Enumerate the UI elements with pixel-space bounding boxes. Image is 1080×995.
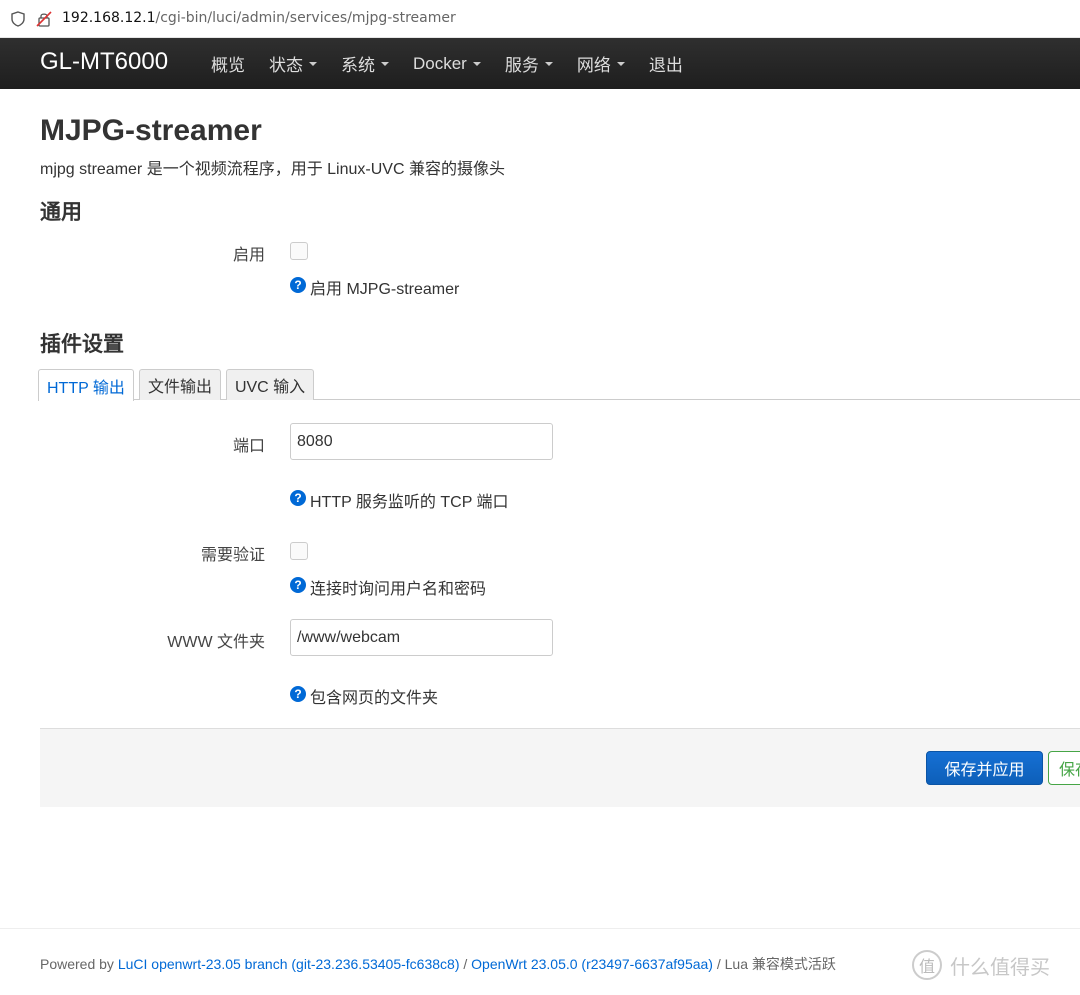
footer-separator: / bbox=[459, 956, 472, 972]
help-text: HTTP 服务监听的 TCP 端口 bbox=[310, 494, 509, 511]
help-text: 连接时询问用户名和密码 bbox=[310, 581, 487, 598]
help-icon: ? bbox=[290, 277, 306, 293]
port-label: 端口 bbox=[232, 438, 265, 455]
browser-address-bar: 192.168.12.1/cgi-bin/luci/admin/services… bbox=[0, 0, 1080, 38]
help-icon: ? bbox=[290, 577, 306, 593]
nav-item-docker[interactable]: Docker bbox=[413, 54, 481, 74]
nav-menu: 概览 状态 系统 Docker 服务 网络 退出 bbox=[211, 38, 707, 89]
url-field[interactable]: 192.168.12.1/cgi-bin/luci/admin/services… bbox=[62, 10, 456, 26]
watermark-logo-icon: 值 bbox=[912, 950, 942, 980]
port-help: ? HTTP 服务监听的 TCP 端口 bbox=[290, 488, 509, 512]
footer-divider bbox=[0, 928, 1080, 929]
openwrt-link[interactable]: OpenWrt 23.05.0 (r23497-6637af95aa) bbox=[471, 956, 713, 972]
insecure-lock-icon[interactable] bbox=[36, 11, 52, 27]
help-icon: ? bbox=[290, 686, 306, 702]
section-title-plugins: 插件设置 bbox=[40, 333, 124, 356]
shield-icon[interactable] bbox=[10, 11, 26, 27]
nav-label: 状态 bbox=[269, 56, 303, 75]
www-folder-label: WWW 文件夹 bbox=[167, 634, 265, 651]
form-actions: 保存并应用 保存 bbox=[40, 728, 1080, 807]
nav-item-overview[interactable]: 概览 bbox=[211, 51, 245, 76]
nav-label: 服务 bbox=[504, 56, 539, 75]
nav-label: 概览 bbox=[211, 56, 245, 75]
watermark: 值 什么值得买 bbox=[912, 950, 1050, 980]
nav-label: 网络 bbox=[576, 56, 611, 75]
help-text: 启用 MJPG-streamer bbox=[310, 281, 460, 298]
save-button[interactable]: 保存 bbox=[1048, 751, 1080, 785]
nav-item-logout[interactable]: 退出 bbox=[649, 51, 683, 76]
nav-item-network[interactable]: 网络 bbox=[577, 51, 625, 76]
caret-down-icon bbox=[381, 61, 389, 66]
enable-label: 启用 bbox=[232, 247, 265, 264]
nav-label: 退出 bbox=[648, 56, 683, 75]
tab-file-output[interactable]: 文件输出 bbox=[138, 369, 221, 400]
tab-uvc-input[interactable]: UVC 输入 bbox=[225, 369, 315, 400]
enable-checkbox[interactable] bbox=[290, 242, 308, 260]
save-apply-button[interactable]: 保存并应用 bbox=[926, 751, 1043, 785]
nav-item-services[interactable]: 服务 bbox=[505, 51, 553, 76]
caret-down-icon bbox=[544, 61, 553, 66]
watermark-text: 什么值得买 bbox=[950, 956, 1050, 979]
section-title-general: 通用 bbox=[40, 201, 82, 224]
www-folder-help: ? 包含网页的文件夹 bbox=[290, 684, 438, 708]
caret-down-icon bbox=[616, 61, 625, 66]
help-icon: ? bbox=[290, 490, 306, 506]
nav-label: Docker bbox=[413, 53, 467, 73]
footer-lua-status: / Lua 兼容模式活跃 bbox=[712, 956, 836, 972]
caret-down-icon bbox=[472, 61, 481, 66]
port-input[interactable] bbox=[290, 423, 553, 460]
help-text: 包含网页的文件夹 bbox=[310, 690, 439, 707]
caret-down-icon bbox=[309, 61, 317, 66]
top-navbar: GL-MT6000 概览 状态 系统 Docker 服务 网络 退出 bbox=[0, 38, 1080, 89]
luci-link[interactable]: LuCI openwrt-23.05 branch (git-23.236.53… bbox=[118, 956, 460, 972]
url-host: 192.168.12.1 bbox=[62, 10, 156, 26]
auth-checkbox[interactable] bbox=[290, 542, 308, 560]
footer-powered-by: Powered by bbox=[40, 956, 118, 972]
page-description: mjpg streamer 是一个视频流程序，用于 Linux-UVC 兼容的摄… bbox=[40, 161, 505, 178]
auth-label: 需要验证 bbox=[200, 547, 265, 564]
nav-item-status[interactable]: 状态 bbox=[269, 51, 317, 76]
nav-item-system[interactable]: 系统 bbox=[341, 51, 389, 76]
nav-label: 系统 bbox=[341, 56, 375, 75]
www-folder-input[interactable] bbox=[290, 619, 553, 656]
url-path: /cgi-bin/luci/admin/services/mjpg-stream… bbox=[155, 10, 456, 26]
brand-logo[interactable]: GL-MT6000 bbox=[40, 48, 168, 76]
enable-help: ? 启用 MJPG-streamer bbox=[290, 275, 459, 299]
auth-help: ? 连接时询问用户名和密码 bbox=[290, 575, 486, 599]
plugin-tabs: HTTP 输出 文件输出 UVC 输入 bbox=[38, 369, 319, 401]
tab-http-output[interactable]: HTTP 输出 bbox=[38, 369, 134, 401]
footer: Powered by LuCI openwrt-23.05 branch (gi… bbox=[40, 954, 836, 974]
page-title: MJPG-streamer bbox=[40, 114, 262, 147]
